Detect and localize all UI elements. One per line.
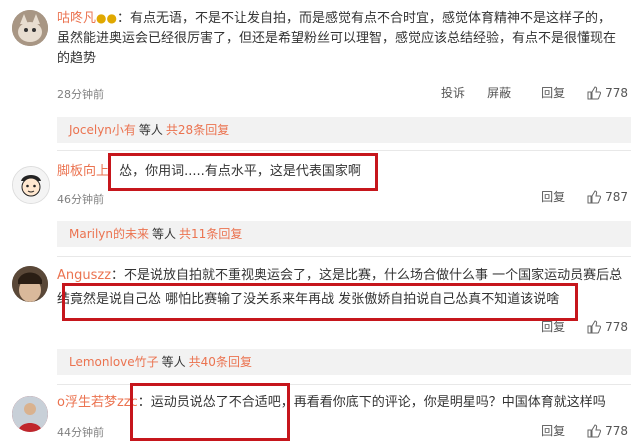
like-button[interactable]: 787 (587, 190, 628, 204)
comment-actions: 投诉 屏蔽 回复 778 (419, 84, 628, 101)
username[interactable]: o浮生若梦zzc (57, 395, 138, 410)
username[interactable]: Anguszz (57, 268, 111, 283)
username[interactable]: 咕咚凡 (57, 11, 96, 26)
reply-count[interactable]: 共28条回复 (166, 123, 229, 137)
comment-actions: 回复 778 (519, 422, 628, 439)
like-count: 787 (605, 189, 628, 204)
reply-summary[interactable]: Marilyn的未来 等人 共11条回复 (57, 221, 631, 247)
timestamp: 44分钟前 (57, 426, 104, 439)
reply-user[interactable]: Jocelyn小有 (69, 123, 136, 137)
avatar[interactable] (12, 396, 48, 432)
like-button[interactable]: 778 (587, 424, 628, 438)
like-button[interactable]: 778 (587, 320, 628, 334)
reply-count[interactable]: 共11条回复 (179, 227, 242, 241)
thumbs-up-icon (587, 319, 602, 333)
reply-button[interactable]: 回复 (541, 84, 565, 101)
like-count: 778 (605, 423, 628, 438)
highlight-box (62, 283, 578, 321)
thumbs-up-icon (587, 189, 602, 203)
block-button[interactable]: 屏蔽 (487, 84, 511, 101)
comment-text: 咕咚凡●●：有点无语，不是不让发自拍，而是感觉有点不合时宜，感觉体育精神不是这样… (57, 8, 632, 69)
highlight-box (108, 153, 378, 191)
divider (57, 256, 631, 257)
comment-line: 虽然能进奥运会已经很厉害了，但还是希望粉丝可以理智，感觉应该总结经验，有点不是很… (57, 31, 617, 46)
timestamp: 28分钟前 (57, 88, 104, 101)
avatar[interactable] (12, 266, 48, 302)
photo-avatar-icon (12, 266, 48, 302)
like-count: 778 (605, 319, 628, 334)
thumbs-up-icon (587, 85, 602, 99)
comment-actions: 回复 787 (519, 188, 628, 205)
reply-summary[interactable]: Lemonlove竹子 等人 共40条回复 (57, 349, 631, 375)
like-count: 778 (605, 85, 628, 100)
comment-line: 的趋势 (57, 51, 97, 66)
reply-button[interactable]: 回复 (541, 188, 565, 205)
reply-user[interactable]: Marilyn的未来 (69, 227, 149, 241)
cartoon-face-avatar-icon (13, 167, 49, 203)
like-button[interactable]: 778 (587, 86, 628, 100)
comment-line: ：有点无语，不是不让发自拍，而是感觉有点不合时宜，感觉体育精神不是这样子的， (116, 11, 611, 26)
emoji-badge-icon: ●● (96, 11, 117, 25)
reply-count[interactable]: 共40条回复 (189, 355, 252, 369)
athlete-avatar-icon (12, 396, 48, 432)
divider (57, 150, 631, 151)
reply-mid: 等人 (138, 123, 163, 137)
timestamp: 46分钟前 (57, 193, 104, 206)
reply-mid: 等人 (161, 355, 186, 369)
reply-mid: 等人 (152, 227, 177, 241)
thumbs-up-icon (587, 423, 602, 437)
avatar[interactable] (12, 10, 48, 46)
reply-user[interactable]: Lemonlove竹子 (69, 355, 159, 369)
cat-avatar-icon (12, 10, 48, 46)
reply-button[interactable]: 回复 (541, 422, 565, 439)
highlight-box (130, 383, 290, 441)
comment-line: ：不是说放自拍就不重视奥运会了，这是比赛，什么场合做什么事 一个国家运动员赛后总 (111, 268, 623, 283)
report-button[interactable]: 投诉 (441, 84, 465, 101)
reply-summary[interactable]: Jocelyn小有 等人 共28条回复 (57, 117, 631, 143)
username[interactable]: 脚板向上 (57, 164, 109, 179)
avatar[interactable] (12, 166, 50, 204)
